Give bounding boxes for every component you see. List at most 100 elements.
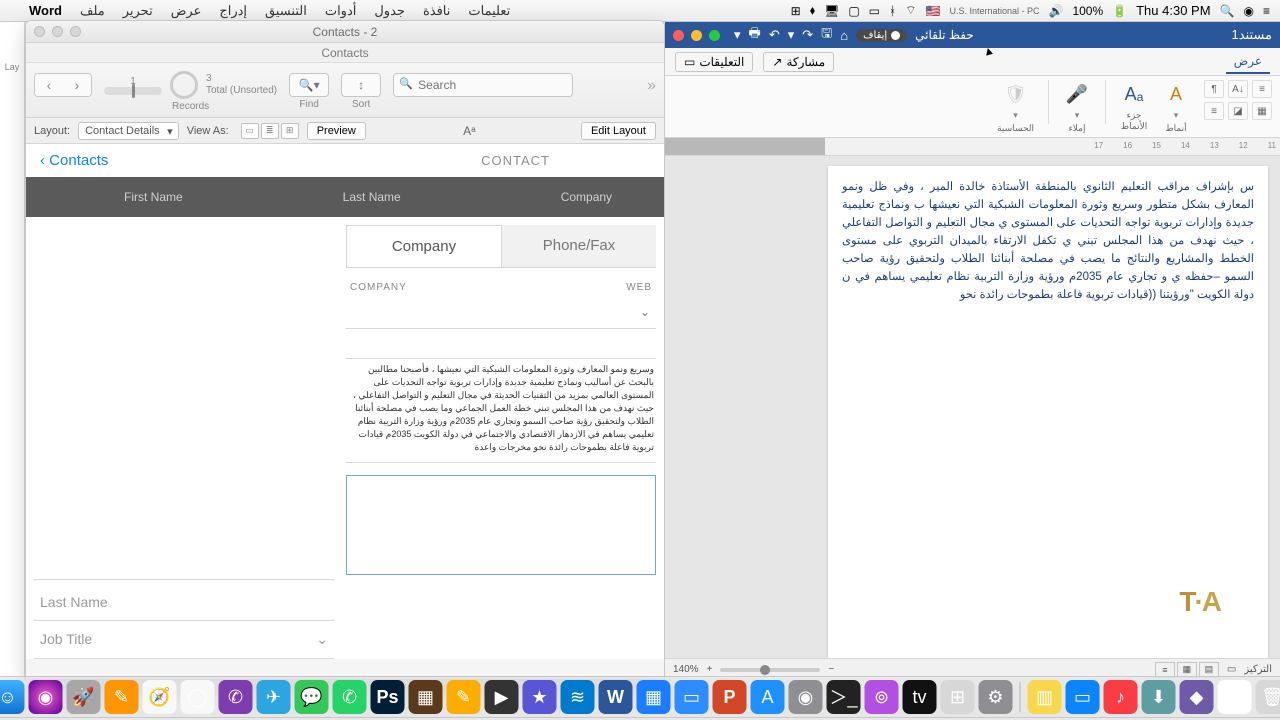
border-icon[interactable]: ▦ — [1252, 102, 1272, 120]
dock-appstore[interactable]: A — [751, 680, 785, 714]
dropbox-icon[interactable]: ⬧ — [810, 3, 815, 18]
input-source-flag[interactable]: 🇺🇸 — [926, 4, 941, 18]
fm-view-table-icon[interactable]: ⊞ — [281, 123, 299, 139]
word-body-text[interactable]: س بإشراف مراقب التعليم الثانوي بالمنطقة … — [842, 178, 1254, 304]
dock-activity[interactable]: ◉ — [789, 680, 823, 714]
word-comments-button[interactable]: التعليقات ▭ — [675, 52, 753, 72]
dock-podcasts[interactable]: ⊚ — [865, 680, 899, 714]
dock-viber[interactable]: ✆ — [219, 680, 253, 714]
dock-app-3[interactable]: ▶ — [485, 680, 519, 714]
fm-layout-select[interactable]: Contact Details — [78, 122, 179, 140]
dock-trash[interactable]: 🗑 — [1256, 680, 1280, 714]
qat-menu-icon[interactable]: ▾ — [734, 27, 741, 43]
dock-messages[interactable]: 💬 — [295, 680, 329, 714]
wifi-icon[interactable]: ⌔ — [905, 3, 916, 18]
dock-word[interactable]: W — [599, 680, 633, 714]
zoom-value[interactable]: 140% — [673, 664, 699, 675]
siri-menubar-icon[interactable]: ◉ — [1244, 4, 1254, 18]
fm-sort-button[interactable]: ↕ — [341, 73, 381, 97]
dock-zoom[interactable]: ▭ — [675, 680, 709, 714]
menubar-icon-1[interactable]: ⊞ — [791, 4, 801, 18]
dock-app-5[interactable]: ⊞ — [941, 680, 975, 714]
dock-app-1[interactable]: ▦ — [409, 680, 443, 714]
dock-whatsapp[interactable]: ✆ — [333, 680, 367, 714]
dock-pages[interactable]: ✎ — [105, 680, 139, 714]
bluetooth-icon[interactable]: ᚼ — [889, 4, 896, 18]
volume-icon[interactable]: 🔊 — [1049, 4, 1064, 18]
fm-text-format-button[interactable]: Aᵃ — [463, 124, 475, 138]
dock-photoshop[interactable]: Ps — [371, 680, 405, 714]
fm-record-slider[interactable] — [104, 87, 162, 95]
fm-traffic-lights[interactable] — [34, 26, 81, 37]
zoom-out-button[interactable]: − — [828, 664, 834, 675]
qat-home-icon[interactable]: ⌂ — [840, 28, 848, 43]
fm-company-field[interactable]: ⌄ — [346, 299, 656, 329]
fm-find-button[interactable]: 🔍▾ — [289, 73, 329, 97]
fm-preview-button[interactable]: Preview — [307, 122, 366, 140]
fm-titlebar[interactable]: Contacts - 2 — [26, 21, 664, 43]
fm-tab-phone[interactable]: Phone/Fax — [502, 225, 656, 267]
menubar-clock[interactable]: Thu 4:30 PM — [1136, 3, 1210, 18]
input-source-name[interactable]: U.S. International - PC — [949, 6, 1039, 16]
qat-print-icon[interactable]: 🖶 — [749, 24, 761, 46]
spotlight-icon[interactable]: 🔍 — [1220, 4, 1235, 18]
dock-stickies[interactable]: ▥ — [1028, 680, 1062, 714]
fm-expand-button[interactable]: » — [647, 77, 656, 95]
notification-center-icon[interactable]: ≡ — [1263, 4, 1270, 18]
shading-icon[interactable]: ◪ — [1228, 102, 1248, 120]
fm-notes-box[interactable] — [346, 475, 656, 575]
fm-notes-text[interactable]: وسريع ونمو المعارف وثورة المعلومات الشبك… — [346, 359, 656, 458]
word-titlebar[interactable]: ▾ 🖶 ↶ ▾ ↷ 🖫 ⌂ إيقاف حفظ تلقائي مستند1 — [665, 22, 1280, 48]
fm-found-set-pie[interactable] — [170, 71, 198, 99]
dock-app-6[interactable]: ⬇ — [1142, 680, 1176, 714]
word-paper[interactable]: س بإشراف مراقب التعليم الثانوي بالمنطقة … — [828, 166, 1268, 658]
fm-prev-record-button[interactable]: ‹ — [35, 74, 63, 96]
sensitivity-icon[interactable]: 🛡 — [1002, 80, 1030, 108]
fm-search-input[interactable] — [393, 73, 573, 97]
dock-tv[interactable]: tv — [903, 680, 937, 714]
screenshare-icon[interactable]: ▭ — [869, 4, 880, 18]
menu-edit[interactable]: تحرير — [114, 3, 162, 19]
dock-settings[interactable]: ⚙ — [979, 680, 1013, 714]
focus-icon[interactable]: ▭ — [1227, 664, 1236, 675]
dock-terminal[interactable]: ＞_ — [827, 680, 861, 714]
word-autosave-toggle[interactable]: إيقاف — [856, 29, 907, 42]
fm-job-title-field[interactable]: Job Title ⌄ — [34, 621, 334, 659]
word-traffic-lights[interactable] — [673, 30, 720, 41]
battery-icon[interactable]: 🔋 — [1112, 4, 1127, 18]
display-icon[interactable]: 🖥 — [824, 4, 839, 18]
fm-view-form-icon[interactable]: ▭ — [241, 123, 259, 139]
dock-chrome[interactable]: ◯ — [181, 680, 215, 714]
word-ruler[interactable]: 1112 1314 1516 17 — [665, 138, 1280, 156]
dock-music[interactable]: ♪ — [1104, 680, 1138, 714]
dock-finder[interactable]: ☺ — [0, 680, 25, 714]
menu-window[interactable]: نافذة — [414, 3, 459, 19]
dock-app-7[interactable]: ◆ — [1180, 680, 1214, 714]
menu-format[interactable]: التنسيق — [256, 3, 316, 19]
menu-table[interactable]: جدول — [365, 3, 414, 19]
menu-insert[interactable]: إدراج — [210, 3, 256, 19]
menu-tools[interactable]: أدوات — [316, 3, 366, 19]
menu-help[interactable]: تعليمات — [459, 3, 519, 19]
focus-mode-label[interactable]: التركيز — [1244, 664, 1272, 675]
sort-icon[interactable]: ↓A — [1228, 80, 1248, 98]
fm-breadcrumb-back[interactable]: ‹ Contacts — [40, 152, 108, 169]
dock-telegram[interactable]: ✈ — [257, 680, 291, 714]
menubar-app-name[interactable]: Word — [20, 3, 71, 18]
fm-next-record-button[interactable]: › — [63, 74, 91, 96]
dock-calendar[interactable]: 12 — [1218, 680, 1252, 714]
zoom-in-button[interactable]: + — [707, 664, 713, 675]
word-tab-view[interactable]: عرض — [1226, 50, 1270, 74]
dock-vscode[interactable]: ≋ — [561, 680, 595, 714]
menu-view[interactable]: عرض — [162, 3, 211, 19]
dock-launchpad[interactable]: 🚀 — [67, 680, 101, 714]
fm-view-list-icon[interactable]: ≣ — [261, 123, 279, 139]
dock-powerpoint[interactable]: P — [713, 680, 747, 714]
fm-edit-layout-button[interactable]: Edit Layout — [581, 122, 656, 140]
word-share-button[interactable]: مشاركة ↗ — [763, 52, 834, 72]
dock-safari[interactable]: 🧭 — [143, 680, 177, 714]
dock-keynote[interactable]: ▭ — [1066, 680, 1100, 714]
styles-icon[interactable]: A — [1162, 80, 1190, 108]
qat-redo-icon[interactable]: ↶ — [769, 27, 780, 43]
pilcrow-icon[interactable]: ¶ — [1204, 80, 1224, 98]
